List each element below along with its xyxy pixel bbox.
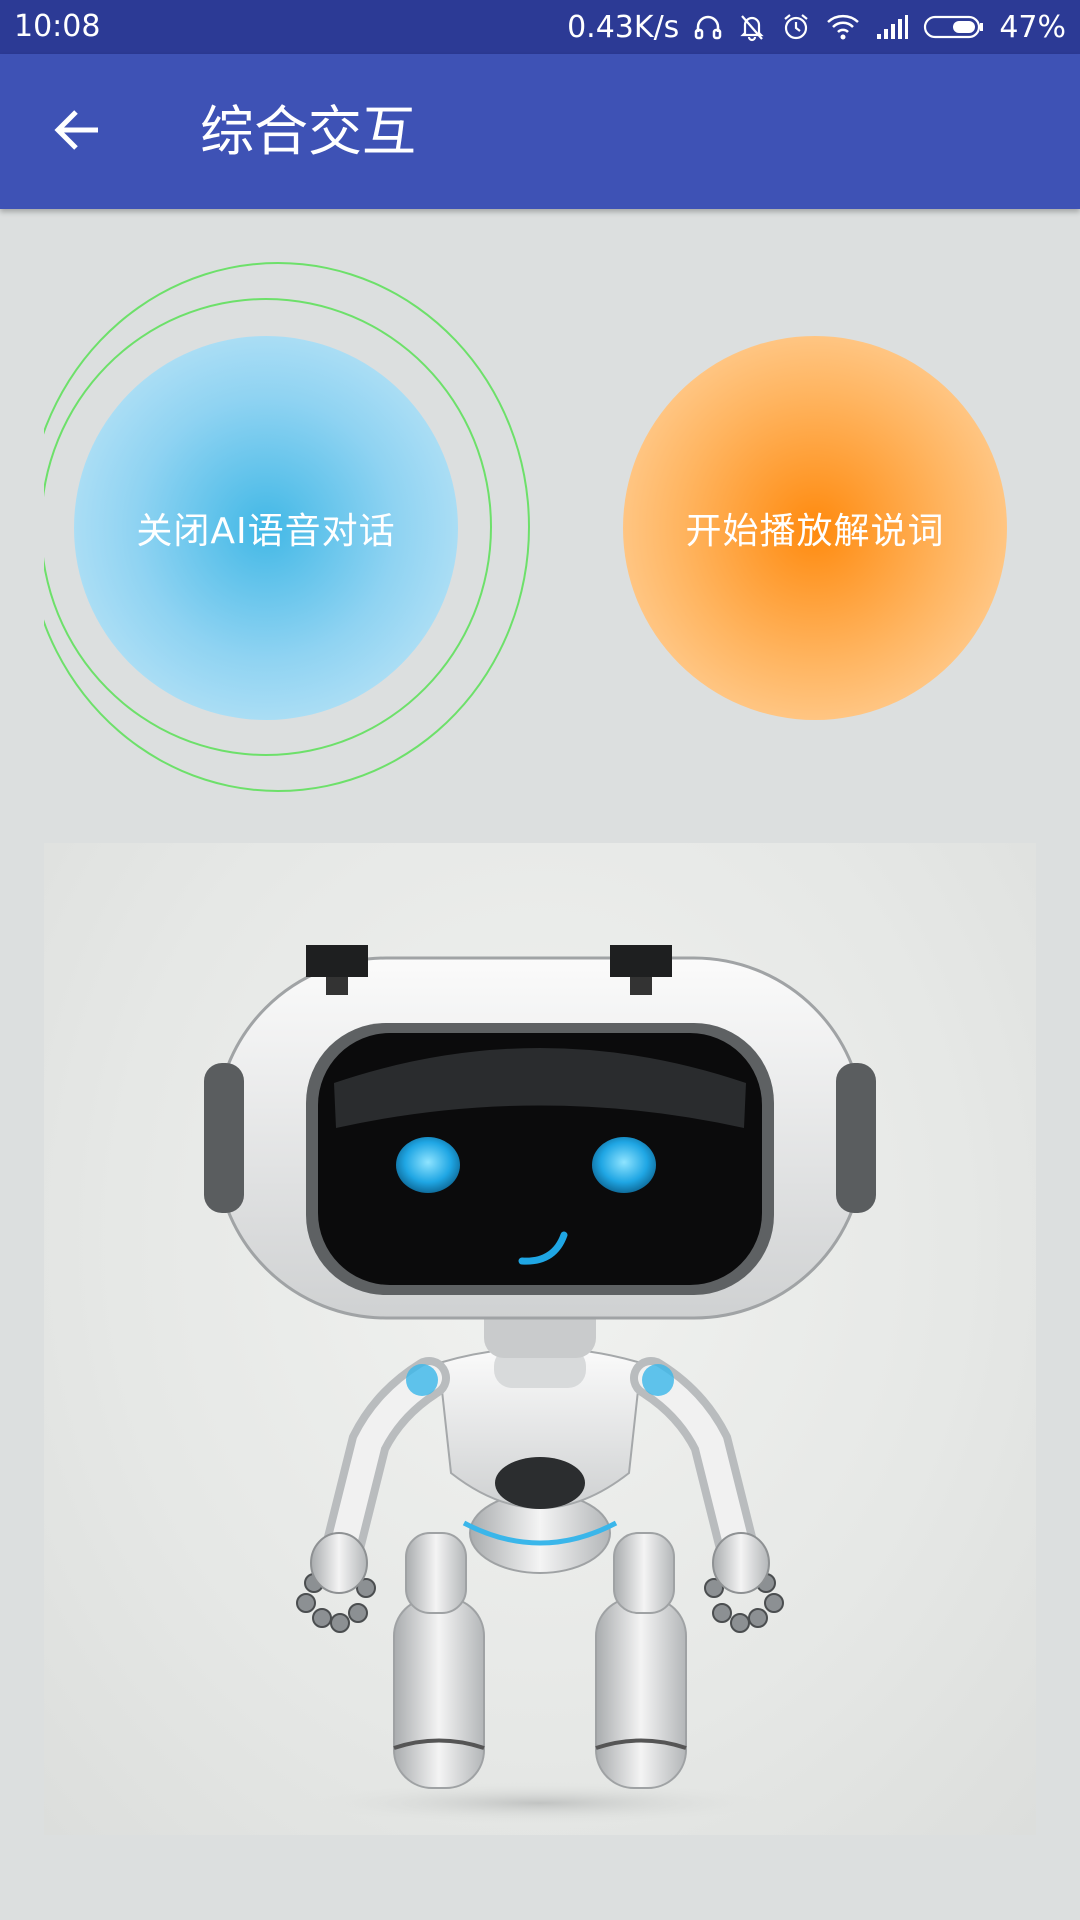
status-icons: 0.43K/s 47% [567, 7, 1066, 47]
toggle-voice-chat-button[interactable]: 关闭AI语音对话 [74, 336, 458, 720]
play-narration-button[interactable]: 开始播放解说词 [623, 336, 1007, 720]
battery-percent: 47% [999, 9, 1066, 45]
page-title: 综合交互 [200, 100, 416, 163]
alarm-icon [781, 12, 811, 42]
signal-icon [875, 12, 909, 42]
play-narration-label: 开始播放解说词 [685, 511, 945, 552]
app-bar: 综合交互 [0, 54, 1080, 209]
bell-off-icon [737, 12, 767, 42]
network-speed: 0.43K/s [567, 9, 680, 45]
back-button[interactable] [42, 102, 112, 162]
robot-head [204, 945, 876, 1320]
status-bar: 10:08 0.43K/s 47% [0, 0, 1080, 54]
robot-right-eye [592, 1137, 656, 1193]
wifi-icon [825, 12, 861, 42]
battery-icon [923, 12, 985, 42]
arrow-left-icon [52, 107, 102, 157]
robot-torso [437, 1347, 643, 1509]
robot-image [44, 843, 1036, 1835]
robot-left-eye [396, 1137, 460, 1193]
toggle-voice-chat-label: 关闭AI语音对话 [136, 511, 396, 552]
robot-illustration [204, 945, 876, 1825]
status-time: 10:08 [14, 9, 101, 44]
headphones-icon [693, 12, 723, 42]
ring-clip-mask [0, 240, 44, 820]
